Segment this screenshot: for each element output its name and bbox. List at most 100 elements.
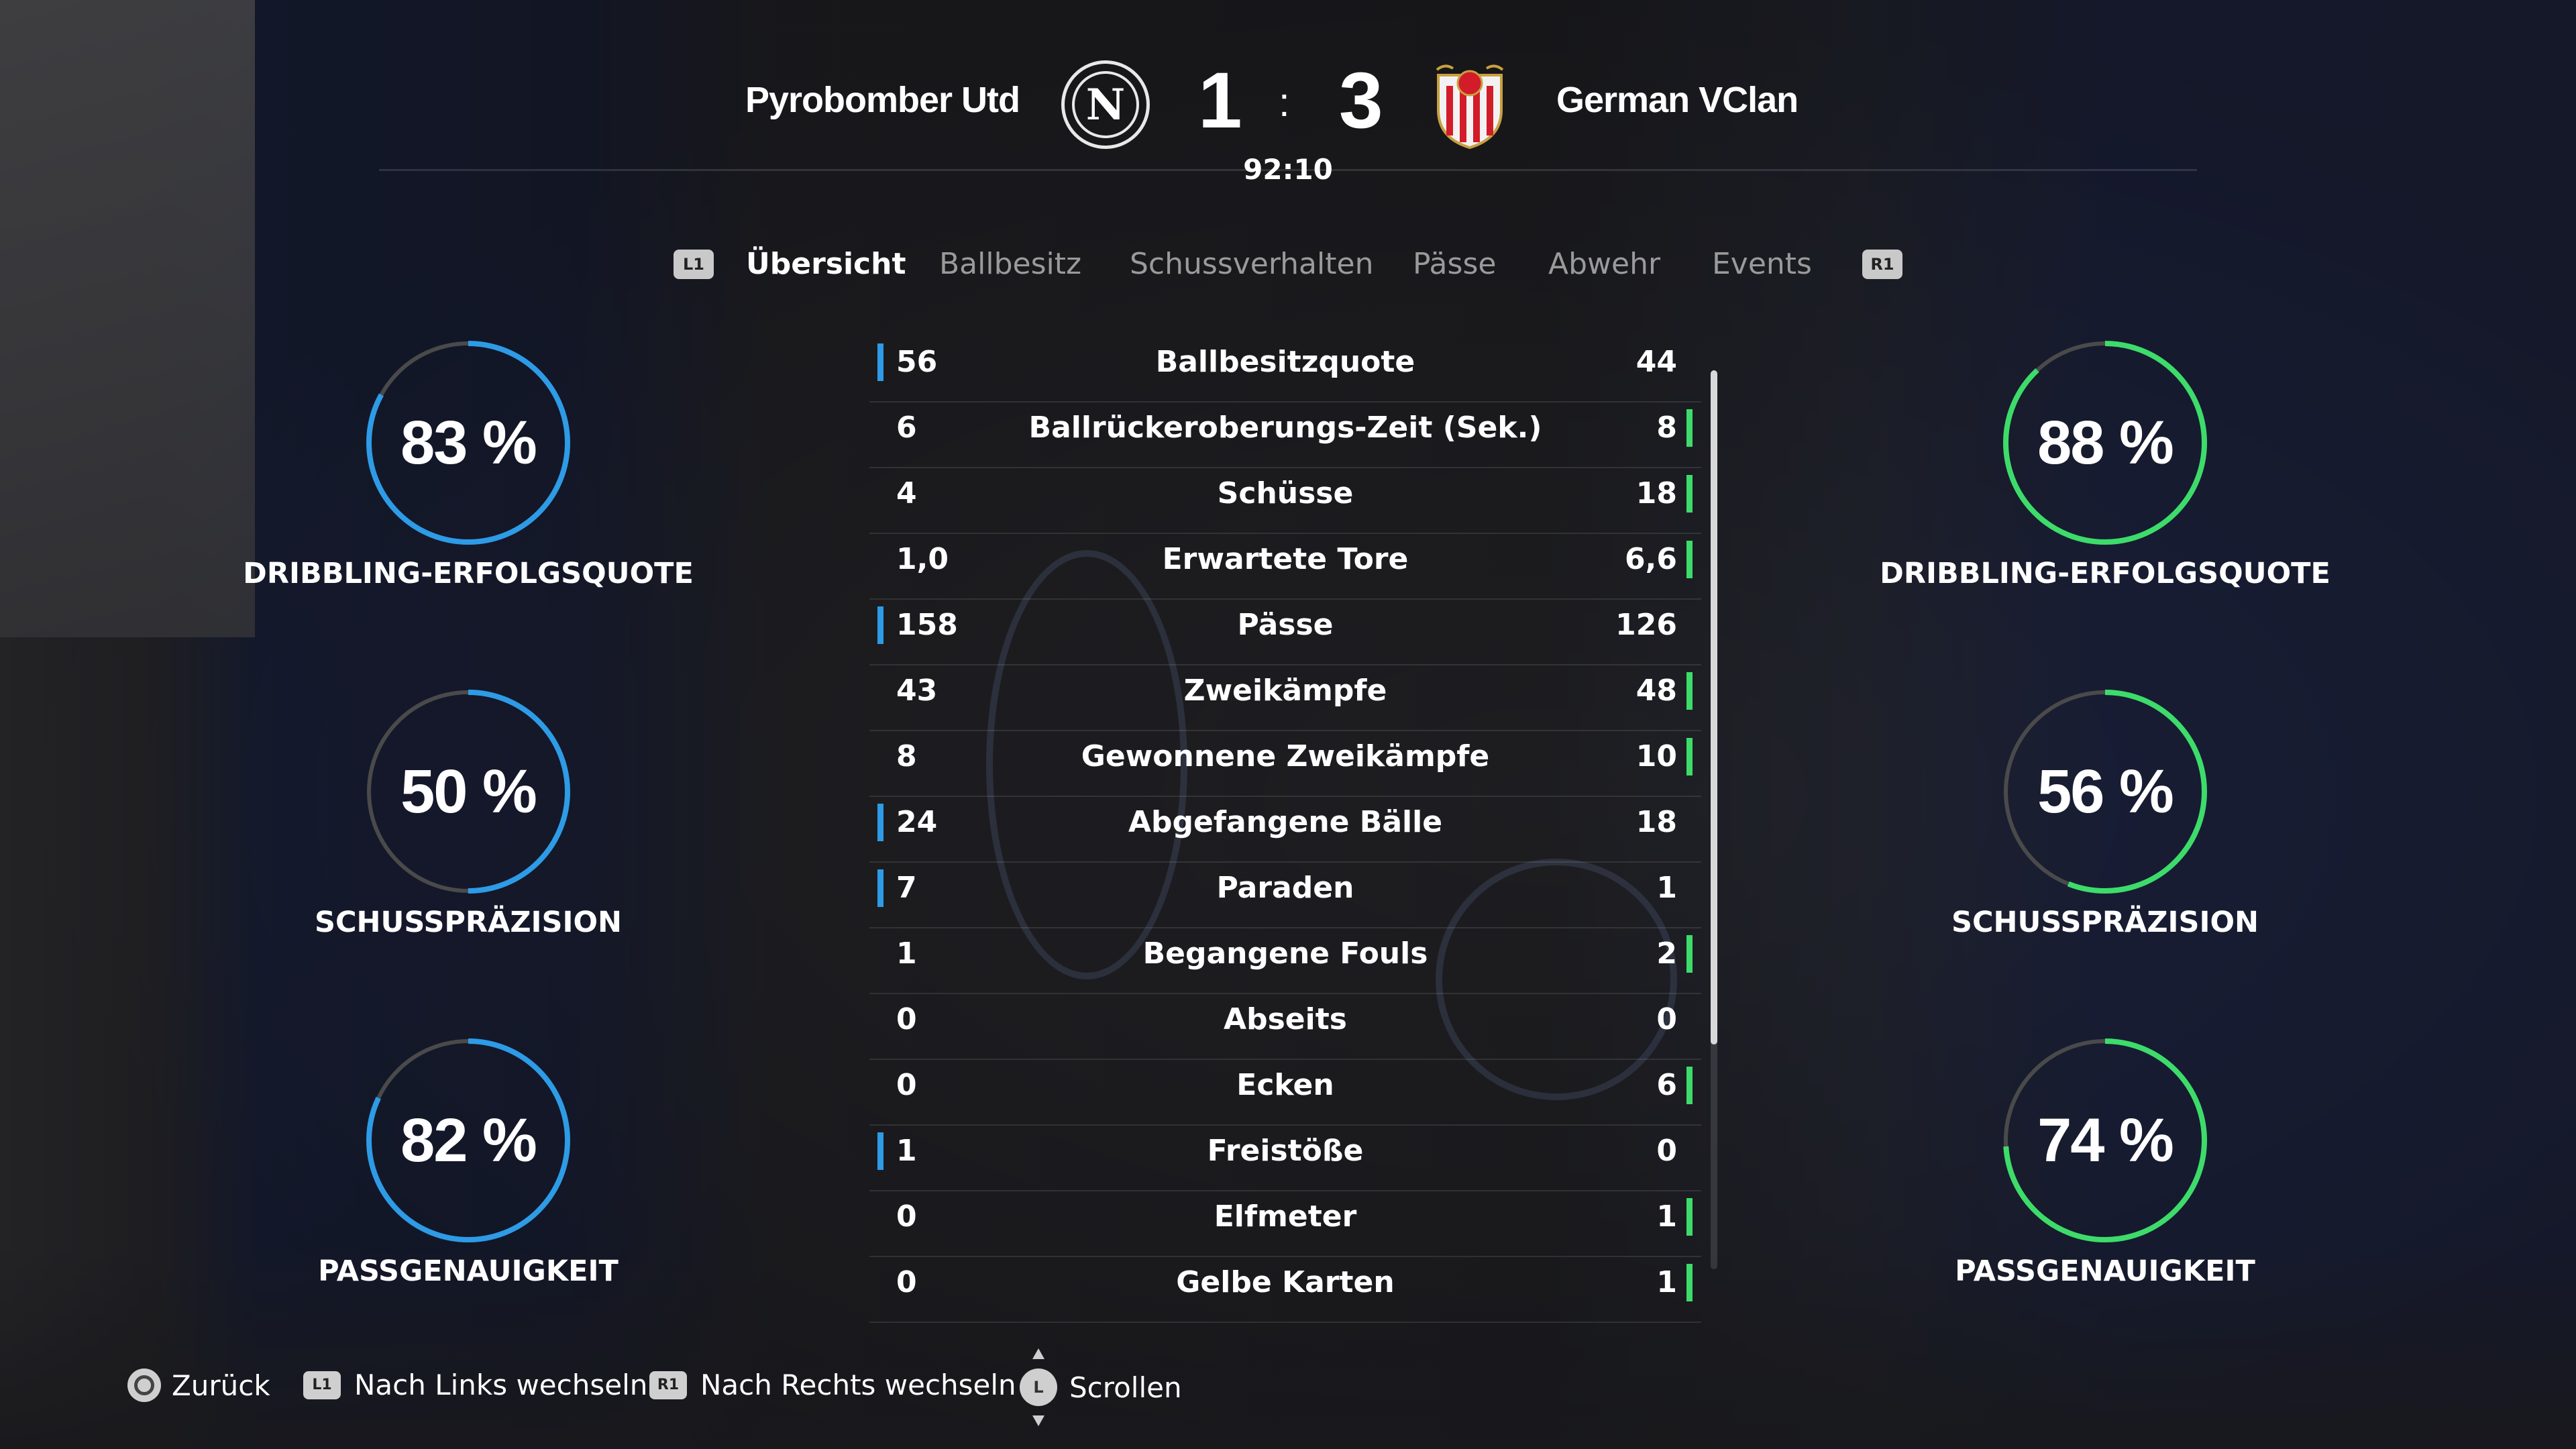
stat-label: Abseits — [1224, 1002, 1347, 1036]
stat-row: Gewonnene Zweikämpfe 8 10 — [869, 730, 1701, 797]
away-crest-icon — [1436, 64, 1504, 150]
stat-home-value: 0 — [896, 1002, 917, 1036]
stat-away-value: 126 — [1615, 608, 1677, 642]
stat-home-value: 24 — [896, 805, 938, 839]
stats-table: Ballbesitzquote 56 44 Ballrückeroberungs-Ze… — [869, 335, 1701, 1323]
home-ring-value: 83 % — [400, 408, 537, 477]
stat-home-value: 56 — [896, 345, 938, 379]
stat-label: Ecken — [1236, 1068, 1334, 1102]
stat-home-value: 1 — [896, 1134, 917, 1168]
stat-away-value: 18 — [1635, 805, 1677, 839]
home-crest-letter: N — [1072, 71, 1139, 138]
switch-right-control[interactable]: R1 Nach Rechts wechseln — [649, 1368, 1016, 1401]
tab-ballbesitz[interactable]: Ballbesitz — [939, 247, 1081, 281]
stat-home-value: 0 — [896, 1199, 917, 1234]
away-ring-value: 88 % — [2037, 408, 2174, 477]
tab-uebersicht[interactable]: Übersicht — [746, 247, 906, 281]
r1-button-icon[interactable]: R1 — [1862, 250, 1902, 279]
stat-row: Begangene Fouls 1 2 — [869, 927, 1701, 994]
l1-button-icon[interactable]: L1 — [674, 250, 714, 279]
home-ring-2: 50 % — [361, 684, 576, 899]
stat-away-value: 1 — [1656, 1199, 1677, 1234]
away-ring-label: DRIBBLING-ERFOLGSQUOTE — [1880, 557, 2330, 590]
switch-left-label: Nach Links wechseln — [354, 1368, 648, 1401]
stat-away-value: 18 — [1635, 476, 1677, 511]
stat-home-value: 1,0 — [896, 542, 949, 576]
stat-row: Abgefangene Bälle 24 18 — [869, 796, 1701, 863]
stat-row: Zweikämpfe 43 48 — [869, 664, 1701, 731]
stat-row: Schüsse 4 18 — [869, 467, 1701, 534]
home-ring-1: 83 % — [361, 335, 576, 550]
stat-home-value: 43 — [896, 674, 938, 708]
stat-away-value: 0 — [1656, 1002, 1677, 1036]
away-score: 3 — [1339, 56, 1383, 145]
tab-paesse[interactable]: Pässe — [1413, 247, 1496, 281]
stat-row: Abseits 0 0 — [869, 993, 1701, 1060]
tab-events[interactable]: Events — [1712, 247, 1812, 281]
back-control[interactable]: Zurück — [127, 1368, 270, 1402]
stat-row: Erwartete Tore 1,0 6,6 — [869, 533, 1701, 600]
tab-schussverhalten[interactable]: Schussverhalten — [1130, 247, 1373, 281]
stat-label: Freistöße — [1207, 1134, 1364, 1168]
stat-away-value: 8 — [1656, 411, 1677, 445]
stat-label: Ballrückeroberungs-Zeit (Sek.) — [1028, 411, 1542, 445]
stat-home-value: 8 — [896, 739, 917, 773]
away-team-name: German VClan — [1556, 80, 1799, 120]
stats-tabs: L1 Übersicht Ballbesitz Schussverhalten … — [0, 247, 2576, 287]
stat-label: Gelbe Karten — [1176, 1265, 1395, 1299]
stat-label: Gewonnene Zweikämpfe — [1081, 739, 1490, 773]
tab-abwehr[interactable]: Abwehr — [1548, 247, 1660, 281]
away-ring-value: 56 % — [2037, 757, 2174, 826]
home-score: 1 — [1198, 56, 1242, 145]
l1-button-icon: L1 — [303, 1371, 341, 1399]
stat-home-value: 0 — [896, 1265, 917, 1299]
stat-label: Schüsse — [1217, 476, 1354, 511]
stat-home-value: 0 — [896, 1068, 917, 1102]
stat-away-value: 48 — [1635, 674, 1677, 708]
stat-home-value: 158 — [896, 608, 958, 642]
stat-home-value: 1 — [896, 936, 917, 971]
stat-home-value: 6 — [896, 411, 917, 445]
stat-label: Begangene Fouls — [1142, 936, 1428, 971]
stat-label: Abgefangene Bälle — [1128, 805, 1443, 839]
stat-away-value: 2 — [1656, 936, 1677, 971]
switch-left-control[interactable]: L1 Nach Links wechseln — [303, 1368, 647, 1401]
stat-row: Paraden 7 1 — [869, 861, 1701, 928]
circle-button-icon — [127, 1368, 161, 1402]
home-ring-label: SCHUSSPRÄZISION — [314, 906, 623, 939]
r1-button-icon: R1 — [649, 1371, 687, 1399]
away-ring-1: 88 % — [1998, 335, 2212, 550]
scroll-label: Scrollen — [1069, 1371, 1182, 1404]
stat-row: Elfmeter 0 1 — [869, 1190, 1701, 1257]
stat-away-value: 6 — [1656, 1068, 1677, 1102]
stat-away-value: 1 — [1656, 1265, 1677, 1299]
home-ring-3: 82 % — [361, 1033, 576, 1248]
stat-label: Pässe — [1237, 608, 1334, 642]
stats-scrollbar-thumb[interactable] — [1711, 370, 1717, 1044]
home-team-name: Pyrobomber Utd — [745, 80, 1020, 120]
header-divider — [379, 169, 2197, 171]
stat-label: Elfmeter — [1214, 1199, 1357, 1234]
stat-row: Pässe 158 126 — [869, 598, 1701, 665]
left-stick-icon: L — [1020, 1348, 1057, 1426]
stat-label: Paraden — [1216, 871, 1354, 905]
stat-label: Zweikämpfe — [1183, 674, 1387, 708]
stat-label: Erwartete Tore — [1162, 542, 1409, 576]
stat-home-value: 4 — [896, 476, 917, 511]
arrow-up-icon — [1032, 1348, 1044, 1359]
away-ring-value: 74 % — [2037, 1106, 2174, 1175]
home-crest-icon: N — [1061, 60, 1150, 149]
stat-away-value: 1 — [1656, 871, 1677, 905]
stat-row: Ballrückeroberungs-Zeit (Sek.) 6 8 — [869, 401, 1701, 468]
switch-right-label: Nach Rechts wechseln — [700, 1368, 1016, 1401]
stat-home-value: 7 — [896, 871, 917, 905]
score-separator: : — [1279, 80, 1290, 125]
away-ring-label: PASSGENAUIGKEIT — [1955, 1254, 2255, 1288]
away-ring-2: 56 % — [1998, 684, 2212, 899]
scroll-control[interactable]: L Scrollen — [1020, 1348, 1182, 1426]
away-ring-label: SCHUSSPRÄZISION — [1951, 906, 2259, 939]
stat-away-value: 44 — [1635, 345, 1677, 379]
stat-label: Ballbesitzquote — [1155, 345, 1415, 379]
back-label: Zurück — [172, 1368, 270, 1402]
home-ring-value: 82 % — [400, 1106, 537, 1175]
